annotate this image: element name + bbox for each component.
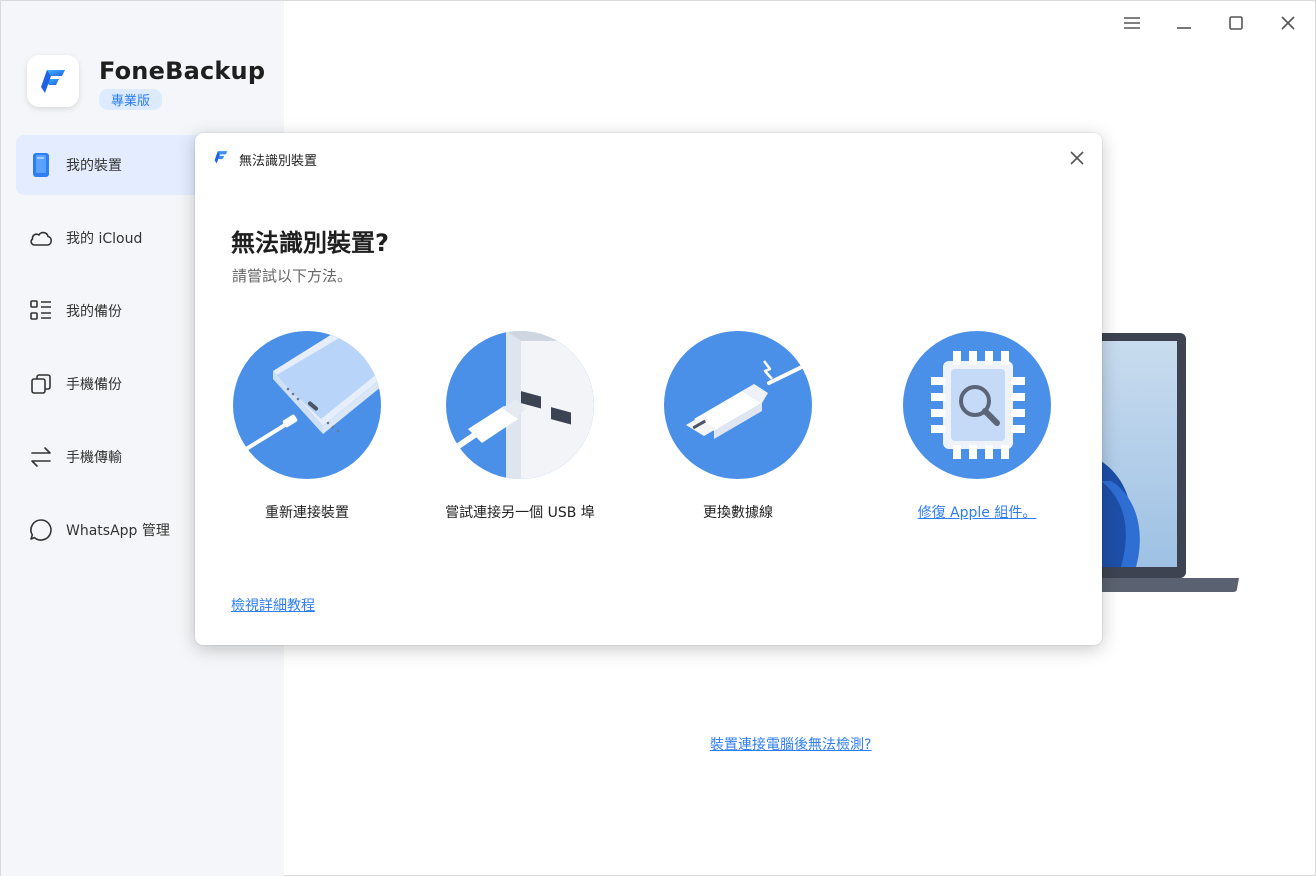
laptop-illustration [1091,331,1241,596]
dialog-close-icon[interactable] [1066,147,1088,169]
minimize-icon[interactable] [1169,11,1199,35]
app-window: FoneBackup 專業版 我的裝置 我的 iCloud 我的備份 手機備份 … [0,0,1316,876]
option-label: 更換數據線 [703,505,773,521]
option-reconnect-device[interactable]: 重新連接裝置 [217,331,397,524]
sidebar-item-label: 我的 iCloud [66,231,143,247]
brand: FoneBackup 專業版 [27,55,265,110]
repair-chip-icon [903,331,1051,479]
fonebackup-logo-icon [27,55,79,107]
dialog-heading: 無法識別裝置? [231,229,389,257]
window-controls [1117,11,1303,35]
unrecognized-device-dialog: 無法識別裝置 無法識別裝置? 請嘗試以下方法。 重新連接裝置 嘗試連接另一個 U… [195,133,1102,645]
option-label: 重新連接裝置 [265,505,349,521]
sidebar-item-label: 我的裝置 [66,158,122,174]
reconnect-device-icon [233,331,381,479]
option-another-usb-port[interactable]: 嘗試連接另一個 USB 埠 [430,331,610,524]
maximize-icon[interactable] [1221,11,1251,35]
option-label: 嘗試連接另一個 USB 埠 [445,505,595,521]
sidebar-item-label: 手機備份 [66,377,122,393]
option-label[interactable]: 修復 Apple 組件。 [887,503,1067,524]
sidebar-item-label: 我的備份 [66,304,122,320]
sidebar-item-label: WhatsApp 管理 [66,523,170,539]
fonebackup-small-logo-icon [213,149,229,169]
usb-cable-icon [664,331,812,479]
menu-icon[interactable] [1117,11,1147,35]
option-repair-apple-components[interactable]: 修復 Apple 組件。 [887,331,1067,524]
view-tutorial-link[interactable]: 檢視詳細教程 [231,595,315,615]
dialog-header: 無法識別裝置 [213,149,317,169]
copy-icon [28,371,54,397]
chat-bubble-icon [28,517,54,543]
dialog-subheading: 請嘗試以下方法。 [232,267,353,285]
troubleshoot-options: 重新連接裝置 嘗試連接另一個 USB 埠 更換數據線 修復 Apple 組件。 [195,331,1102,561]
transfer-icon [28,444,54,470]
sidebar-item-label: 手機傳輸 [66,450,122,466]
cloud-icon [28,225,54,251]
dialog-window-title: 無法識別裝置 [239,153,318,169]
list-icon [28,298,54,324]
option-change-cable[interactable]: 更換數據線 [648,331,828,524]
close-icon[interactable] [1273,11,1303,35]
brand-name: FoneBackup [99,57,266,85]
device-not-detected-link[interactable]: 裝置連接電腦後無法檢測? [710,734,871,754]
phone-icon [28,152,54,178]
usb-port-icon [446,331,594,479]
edition-badge: 專業版 [99,89,163,110]
